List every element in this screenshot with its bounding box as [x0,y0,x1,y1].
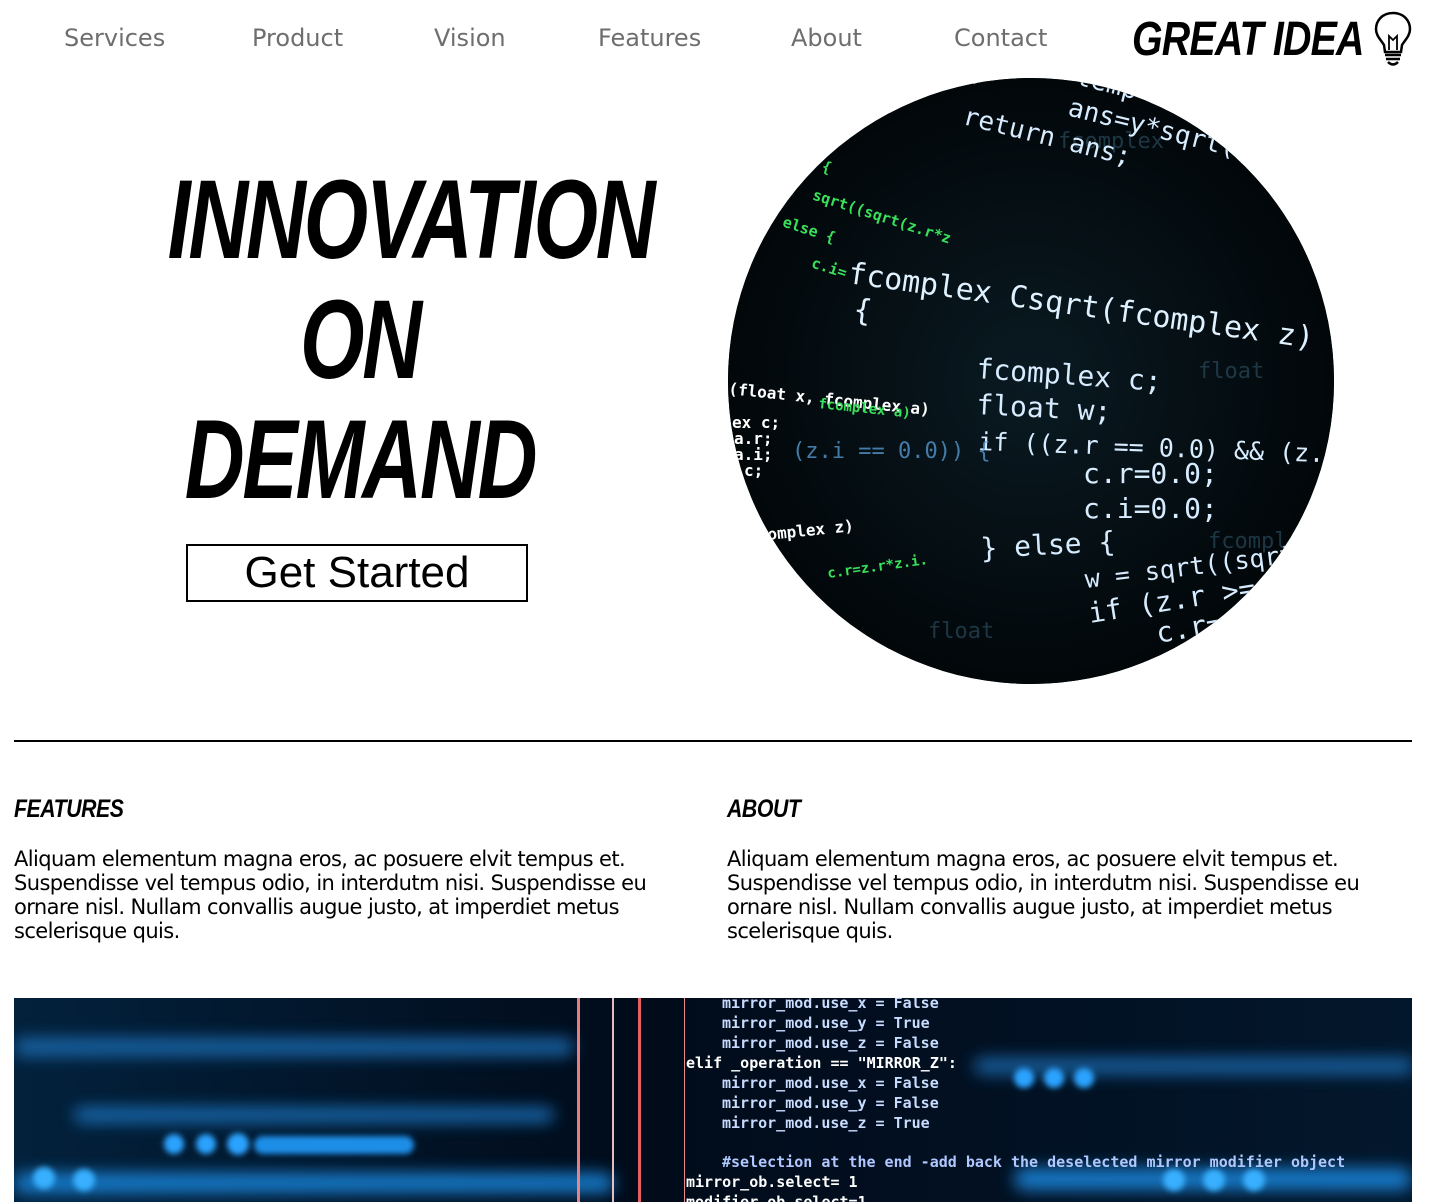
features-section: FEATURES Aliquam elementum magna eros, a… [14,796,704,943]
about-section: ABOUT Aliquam elementum magna eros, ac p… [727,796,1417,943]
nav-link-contact[interactable]: Contact [954,24,1047,52]
hero-code-image: fcomplex float fcomplex float temp=x/y; … [728,78,1334,684]
nav-link-about[interactable]: About [791,24,862,52]
top-nav: Services Product Vision Features About C… [0,0,1430,80]
code-line: mirror_mod.use_x = False [722,998,939,1012]
code-faint: float [1198,359,1264,384]
nav-link-services[interactable]: Services [64,24,165,52]
features-heading: FEATURES [14,795,124,823]
code-line: mirror_mod.use_y = True [722,1014,930,1032]
get-started-button[interactable]: Get Started [186,544,528,602]
code-line: float w; [976,388,1112,428]
nav-link-product[interactable]: Product [252,24,343,52]
code-line: c.i=0.0; [1083,492,1218,525]
code-line: mirror_mod.use_y = False [722,1094,939,1112]
code-line: #selection at the end -add back the dese… [722,1153,1345,1171]
code-line: elif _operation == "MIRROR_Z": [686,1054,957,1072]
hero-title-line: ON [300,277,422,402]
logo[interactable]: GREAT IDEA [1132,8,1417,70]
code-faint: float [928,619,994,644]
hero-title-line: DEMAND [184,397,538,522]
code-faint: (z.i == 0.0)) { [792,439,991,464]
nav-link-features[interactable]: Features [598,24,701,52]
nav-link-vision[interactable]: Vision [434,24,506,52]
section-divider [14,740,1412,742]
lightbulb-icon [1374,11,1412,66]
code-banner-image: mirror_mod.use_x = False mirror_mod.use_… [14,998,1412,1202]
code-line: } else { [980,525,1116,565]
hero-title: INNOVATION ON DEMAND [100,157,656,522]
hero-title-line: INNOVATION [167,157,656,282]
code-line: mirror_mod.use_x = False [722,1074,939,1092]
code-line: c; [744,461,763,480]
code-line: mirror_mod.use_z = True [722,1114,930,1132]
code-line: mirror_mod.use_z = False [722,1034,939,1052]
features-body: Aliquam elementum magna eros, ac posuere… [14,847,647,943]
code-line: mirror_ob.select= 1 [686,1173,858,1191]
code-line: c.r=0.0; [1083,457,1218,490]
about-heading: ABOUT [727,795,801,823]
code-line: modifier_ob.select=1 [686,1193,867,1202]
logo-text: GREAT IDEA [1132,13,1364,66]
about-body: Aliquam elementum magna eros, ac posuere… [727,847,1360,943]
svg-text:>: > [847,100,866,127]
